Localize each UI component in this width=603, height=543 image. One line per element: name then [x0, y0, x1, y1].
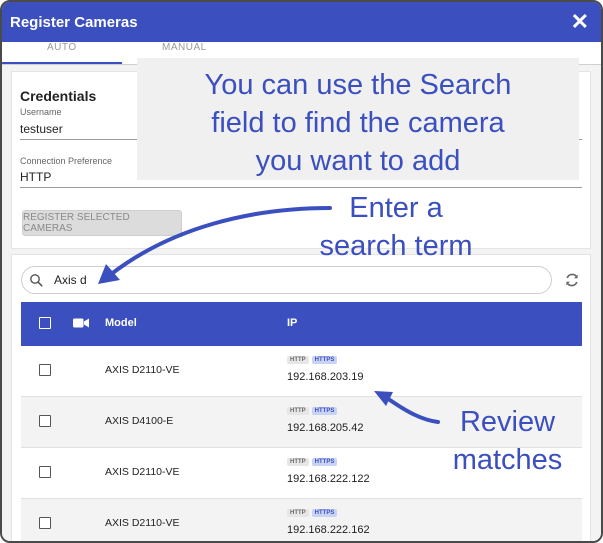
video-camera-icon: [73, 318, 89, 328]
row-checkbox[interactable]: [39, 364, 51, 376]
search-tip-callout: You can use the Search field to find the…: [137, 58, 579, 180]
credentials-title: Credentials: [20, 88, 97, 104]
protocol-badges: HTTP HTTPS: [287, 356, 338, 364]
row-ip: 192.168.222.122: [287, 473, 370, 485]
username-field[interactable]: testuser: [20, 122, 63, 136]
search-input[interactable]: [54, 272, 534, 288]
http-badge: HTTP: [287, 509, 309, 517]
table-header: Model IP: [21, 302, 582, 346]
username-label: Username: [20, 107, 62, 117]
column-header-ip[interactable]: IP: [287, 317, 297, 329]
row-ip: 192.168.205.42: [287, 422, 364, 434]
annotation-line: search term: [319, 230, 473, 262]
refresh-icon[interactable]: [564, 272, 580, 288]
dialog-title: Register Cameras: [10, 14, 138, 31]
register-selected-cameras-button[interactable]: REGISTER SELECTED CAMERAS: [22, 210, 182, 236]
row-ip: 192.168.222.162: [287, 524, 370, 536]
close-icon[interactable]: ✕: [571, 9, 589, 35]
dialog-titlebar: Register Cameras ✕: [2, 2, 601, 42]
callout-line: you want to add: [255, 145, 461, 177]
tab-auto[interactable]: AUTO: [47, 42, 77, 53]
review-matches-annotation: Review matches: [435, 403, 580, 479]
annotation-line: Enter a: [349, 192, 443, 224]
connection-preference-underline: [20, 187, 582, 188]
row-checkbox[interactable]: [39, 517, 51, 529]
protocol-badges: HTTP HTTPS: [287, 458, 338, 466]
row-model: AXIS D2110-VE: [105, 466, 180, 478]
select-all-checkbox[interactable]: [39, 317, 51, 329]
https-badge: HTTPS: [311, 407, 338, 415]
annotation-line: matches: [452, 444, 563, 476]
https-badge: HTTPS: [311, 356, 338, 364]
connection-preference-label: Connection Preference: [20, 156, 113, 166]
register-cameras-dialog: Register Cameras ✕ AUTO MANUAL Credentia…: [0, 0, 603, 543]
protocol-badges: HTTP HTTPS: [287, 407, 338, 415]
tab-manual[interactable]: MANUAL: [162, 42, 207, 53]
row-model: AXIS D2110-VE: [105, 517, 180, 529]
annotation-line: Review: [459, 406, 556, 438]
search-icon: [30, 274, 43, 287]
callout-line: field to find the camera: [211, 107, 505, 139]
protocol-badges: HTTP HTTPS: [287, 509, 338, 517]
row-checkbox[interactable]: [39, 415, 51, 427]
http-badge: HTTP: [287, 356, 309, 364]
camera-list-card: Model IP AXIS D2110-VE HTTP HTTPS 192.16…: [11, 254, 591, 541]
https-badge: HTTPS: [311, 509, 338, 517]
https-badge: HTTPS: [311, 458, 338, 466]
http-badge: HTTP: [287, 407, 309, 415]
http-badge: HTTP: [287, 458, 309, 466]
row-model: AXIS D2110-VE: [105, 364, 180, 376]
enter-search-term-annotation: Enter a search term: [300, 189, 492, 265]
callout-line: You can use the Search: [204, 69, 512, 101]
row-checkbox[interactable]: [39, 466, 51, 478]
table-row[interactable]: AXIS D2110-VE HTTP HTTPS 192.168.222.162: [21, 499, 582, 541]
search-box[interactable]: [21, 266, 552, 294]
row-model: AXIS D4100-E: [105, 415, 174, 427]
connection-preference-select[interactable]: HTTP: [20, 170, 51, 184]
row-ip: 192.168.203.19: [287, 371, 364, 383]
table-row[interactable]: AXIS D2110-VE HTTP HTTPS 192.168.203.19: [21, 346, 582, 397]
column-header-model[interactable]: Model: [105, 317, 137, 329]
